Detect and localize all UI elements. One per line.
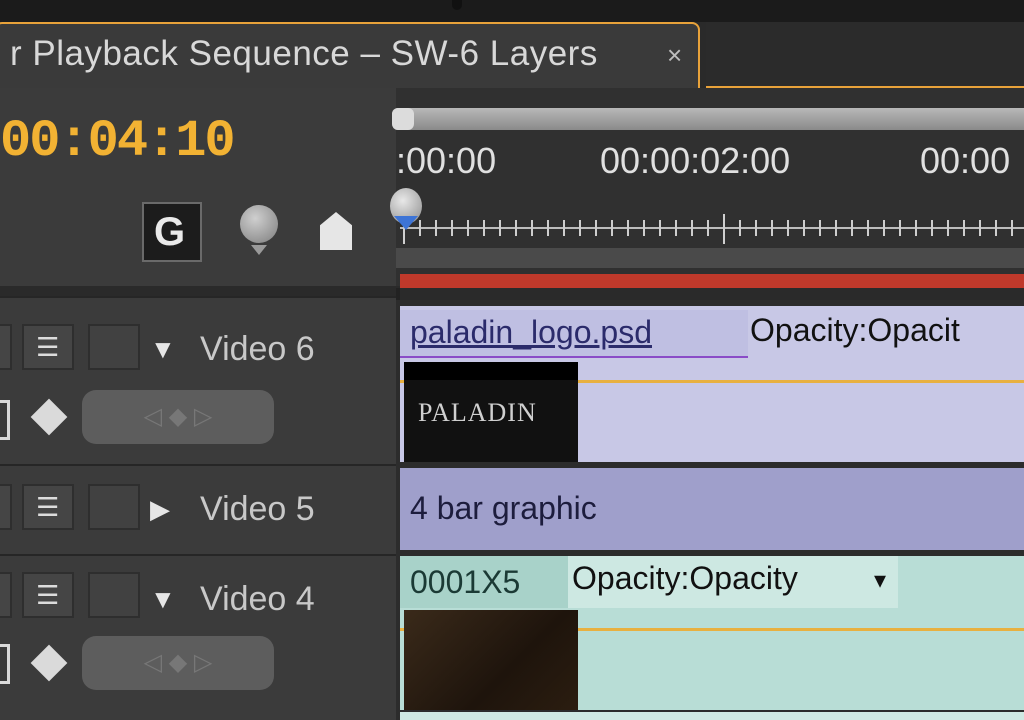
keyframe-button[interactable] — [320, 212, 352, 250]
track-name: Video 4 — [200, 580, 315, 618]
set-marker-button[interactable] — [240, 205, 278, 257]
marker-dropdown-arrow — [251, 245, 267, 255]
tab-close-button[interactable]: × — [667, 40, 682, 71]
clip-effect-label[interactable]: Opacity:Opacity — [572, 560, 798, 597]
track-name: Video 6 — [200, 330, 315, 368]
clip-name: 0001X5 — [410, 564, 521, 600]
clip-name: paladin_logo.psd — [410, 314, 652, 350]
track-name: Video 5 — [200, 490, 315, 528]
clip-thumbnail — [404, 610, 578, 710]
keyframe-icon — [320, 212, 352, 250]
tab-bar-empty — [706, 22, 1024, 88]
ruler-label: 00:00 — [920, 140, 1011, 181]
display-style-icon[interactable] — [0, 400, 10, 440]
thumbnail-top — [404, 362, 578, 380]
sequence-tab-title[interactable]: r Playback Sequence – SW-6 Layers — [10, 34, 598, 74]
effect-dropdown-icon[interactable]: ▾ — [874, 566, 886, 595]
display-style-icon[interactable] — [0, 644, 10, 684]
ruler-baseline — [396, 248, 1024, 268]
keyframe-navigator[interactable]: ◁ ◆ ▷ — [82, 636, 274, 690]
sync-lock-icon: ☰ — [36, 332, 60, 362]
lock-track-button[interactable] — [88, 572, 140, 618]
sync-lock-icon: ☰ — [36, 580, 60, 610]
sync-lock-button[interactable]: ☰ — [22, 484, 74, 530]
zoom-scroll-bar[interactable] — [392, 108, 1024, 130]
playhead[interactable] — [390, 188, 422, 238]
snap-icon: G — [154, 210, 186, 254]
work-area-bar[interactable] — [400, 274, 1024, 288]
track-twirl-icon[interactable]: ▼ — [150, 334, 176, 365]
track-twirl-icon[interactable]: ▼ — [150, 584, 176, 615]
lock-track-button[interactable] — [88, 484, 140, 530]
window-top-strip — [0, 0, 1024, 22]
playhead-marker-icon — [394, 216, 418, 230]
snap-button[interactable]: G — [142, 202, 202, 262]
ruler-label: 00:00:02:00 — [600, 140, 791, 181]
keyframe-navigator[interactable]: ◁ ◆ ▷ — [82, 390, 274, 444]
toggle-output-button[interactable] — [0, 484, 12, 530]
top-notch — [452, 0, 462, 10]
lock-track-button[interactable] — [88, 324, 140, 370]
current-timecode[interactable]: 00:04:10 — [0, 112, 236, 171]
paladin-logo-thumbnail: PALADIN — [418, 398, 537, 427]
ruler-ticks — [400, 214, 1024, 244]
sync-lock-icon: ☰ — [36, 492, 60, 522]
sync-lock-button[interactable]: ☰ — [22, 324, 74, 370]
toggle-output-button[interactable] — [0, 572, 12, 618]
clip-effect-label[interactable]: Opacity:Opacit — [750, 312, 960, 349]
clip-name: 4 bar graphic — [410, 490, 597, 526]
sync-lock-button[interactable]: ☰ — [22, 572, 74, 618]
track-twirl-icon[interactable]: ▶ — [150, 494, 170, 525]
zoom-scroll-handle[interactable] — [392, 108, 414, 130]
marker-icon — [240, 205, 278, 243]
toggle-output-button[interactable] — [0, 324, 12, 370]
ruler-label: :00:00 — [396, 140, 497, 181]
next-track-clip — [400, 712, 1024, 720]
